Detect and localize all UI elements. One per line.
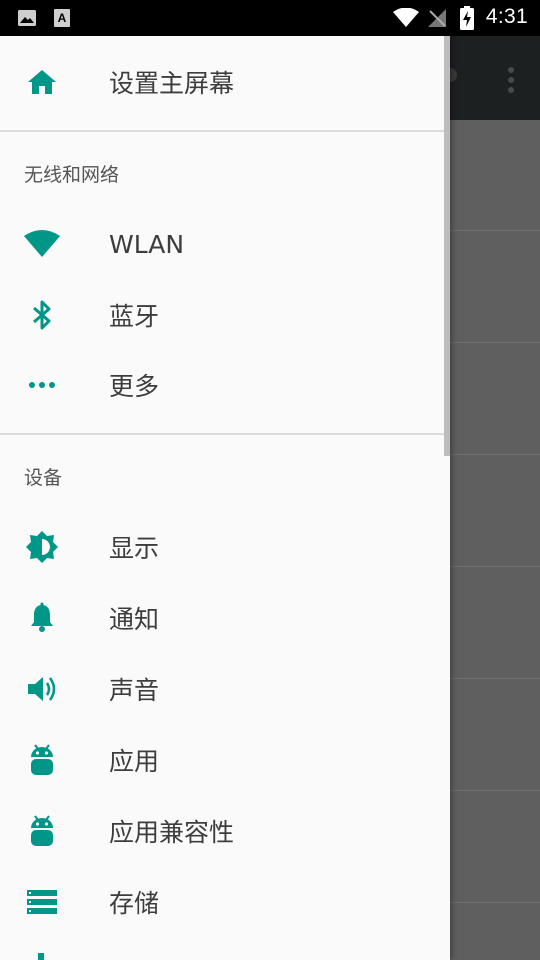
drawer-item-label: 通知 bbox=[109, 605, 160, 634]
bg-divider bbox=[450, 790, 540, 791]
overflow-menu-icon[interactable] bbox=[506, 66, 516, 94]
drawer-item-label: 设置主屏幕 bbox=[109, 69, 235, 98]
drawer-item-apps[interactable]: 应用 bbox=[0, 725, 444, 795]
drawer-item-label: 应用兼容性 bbox=[109, 818, 235, 847]
wifi-icon bbox=[393, 8, 419, 27]
bell-icon bbox=[24, 600, 60, 636]
bg-divider bbox=[450, 230, 540, 231]
section-header-wireless: 无线和网络 bbox=[24, 164, 120, 186]
drawer-item-label: 声音 bbox=[109, 676, 160, 705]
drawer-item-storage[interactable]: 存储 bbox=[0, 867, 444, 937]
status-time: 4:31 bbox=[485, 5, 528, 28]
bg-divider bbox=[450, 342, 540, 343]
drawer-item-more[interactable]: 更多 bbox=[0, 350, 444, 420]
drawer-item-display[interactable]: 显示 bbox=[0, 512, 444, 582]
drawer-item-label: 显示 bbox=[109, 534, 160, 563]
bg-divider bbox=[450, 454, 540, 455]
drawer-scrollbar[interactable] bbox=[444, 36, 450, 456]
drawer-item-app-compat[interactable]: 应用兼容性 bbox=[0, 796, 444, 866]
more-horiz-icon bbox=[24, 367, 60, 403]
status-bar: A 4:31 bbox=[0, 0, 540, 36]
drawer-item-label: 蓝牙 bbox=[109, 302, 160, 331]
drawer-item-wlan[interactable]: WLAN bbox=[0, 209, 444, 279]
drawer-item-notifications[interactable]: 通知 bbox=[0, 583, 444, 653]
drawer-item-home[interactable]: 设置主屏幕 bbox=[0, 47, 444, 117]
bg-divider bbox=[450, 902, 540, 903]
bg-divider bbox=[450, 678, 540, 679]
drawer-item-bluetooth[interactable]: 蓝牙 bbox=[0, 280, 444, 350]
volume-icon bbox=[24, 671, 60, 707]
drawer-item-label: 应用 bbox=[109, 747, 160, 776]
android-icon bbox=[24, 813, 60, 849]
drawer-item-label: 更多 bbox=[109, 372, 160, 401]
text-notification-icon: A bbox=[54, 9, 70, 27]
wifi-icon bbox=[22, 226, 62, 262]
section-header-device: 设备 bbox=[24, 467, 63, 489]
storage-icon bbox=[24, 884, 60, 920]
brightness-icon bbox=[24, 529, 60, 565]
drawer-item-sound[interactable]: 声音 bbox=[0, 654, 444, 724]
home-icon bbox=[24, 64, 60, 100]
no-signal-icon bbox=[428, 9, 446, 27]
bg-divider bbox=[450, 566, 540, 567]
android-icon bbox=[24, 742, 60, 778]
bluetooth-icon bbox=[24, 297, 60, 333]
image-notification-icon bbox=[18, 10, 36, 26]
divider bbox=[0, 130, 444, 132]
battery-charging-icon bbox=[460, 6, 474, 30]
divider bbox=[0, 433, 444, 435]
screen: A 4:31 设置主屏幕 无线和网络 WLAN 蓝牙 更多 设备 显示 通知 声… bbox=[0, 0, 540, 960]
svg-text:A: A bbox=[58, 11, 67, 25]
drawer-item-label: 存储 bbox=[109, 889, 160, 918]
battery-icon bbox=[38, 953, 44, 960]
drawer-item-label: WLAN bbox=[109, 229, 185, 259]
